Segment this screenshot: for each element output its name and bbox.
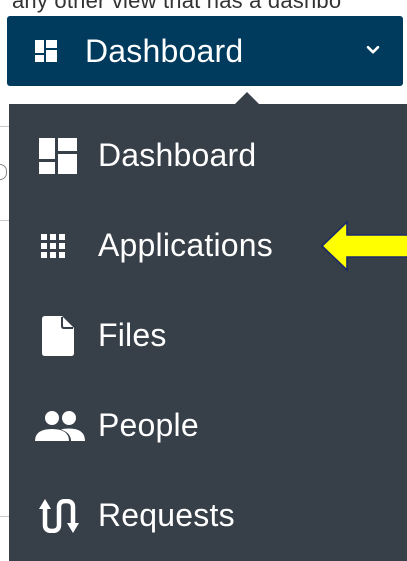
- chevron-down-icon: [365, 42, 381, 58]
- menu-item-label: Applications: [98, 226, 273, 263]
- dropdown-button-label: Dashboard: [85, 32, 244, 69]
- menu-item-dashboard[interactable]: Dashboard: [9, 117, 407, 195]
- dropdown-caret: [235, 92, 259, 104]
- dashboard-icon: [35, 40, 57, 62]
- menu-item-label: Files: [98, 316, 167, 353]
- file-icon: [42, 316, 74, 356]
- page: any other view that has a dashbo Dashboa…: [0, 0, 407, 561]
- background-partial-text: any other view that has a dashbo: [12, 0, 342, 13]
- annotation-arrow-icon: [320, 220, 407, 272]
- background-fragment: [0, 164, 7, 180]
- menu-item-files[interactable]: Files: [9, 297, 407, 375]
- menu-item-label: Dashboard: [98, 136, 257, 173]
- menu-item-label: Requests: [98, 496, 235, 533]
- apps-grid-icon: [41, 234, 65, 258]
- menu-item-label: People: [98, 406, 199, 443]
- navigation-dropdown-menu: Dashboard Applications Files People Requ…: [9, 104, 407, 561]
- people-icon: [35, 411, 85, 441]
- dashboard-dropdown-button[interactable]: Dashboard: [7, 16, 403, 86]
- menu-item-requests[interactable]: Requests: [9, 477, 407, 555]
- requests-icon: [39, 499, 79, 533]
- dashboard-icon: [39, 138, 77, 174]
- menu-item-people[interactable]: People: [9, 387, 407, 465]
